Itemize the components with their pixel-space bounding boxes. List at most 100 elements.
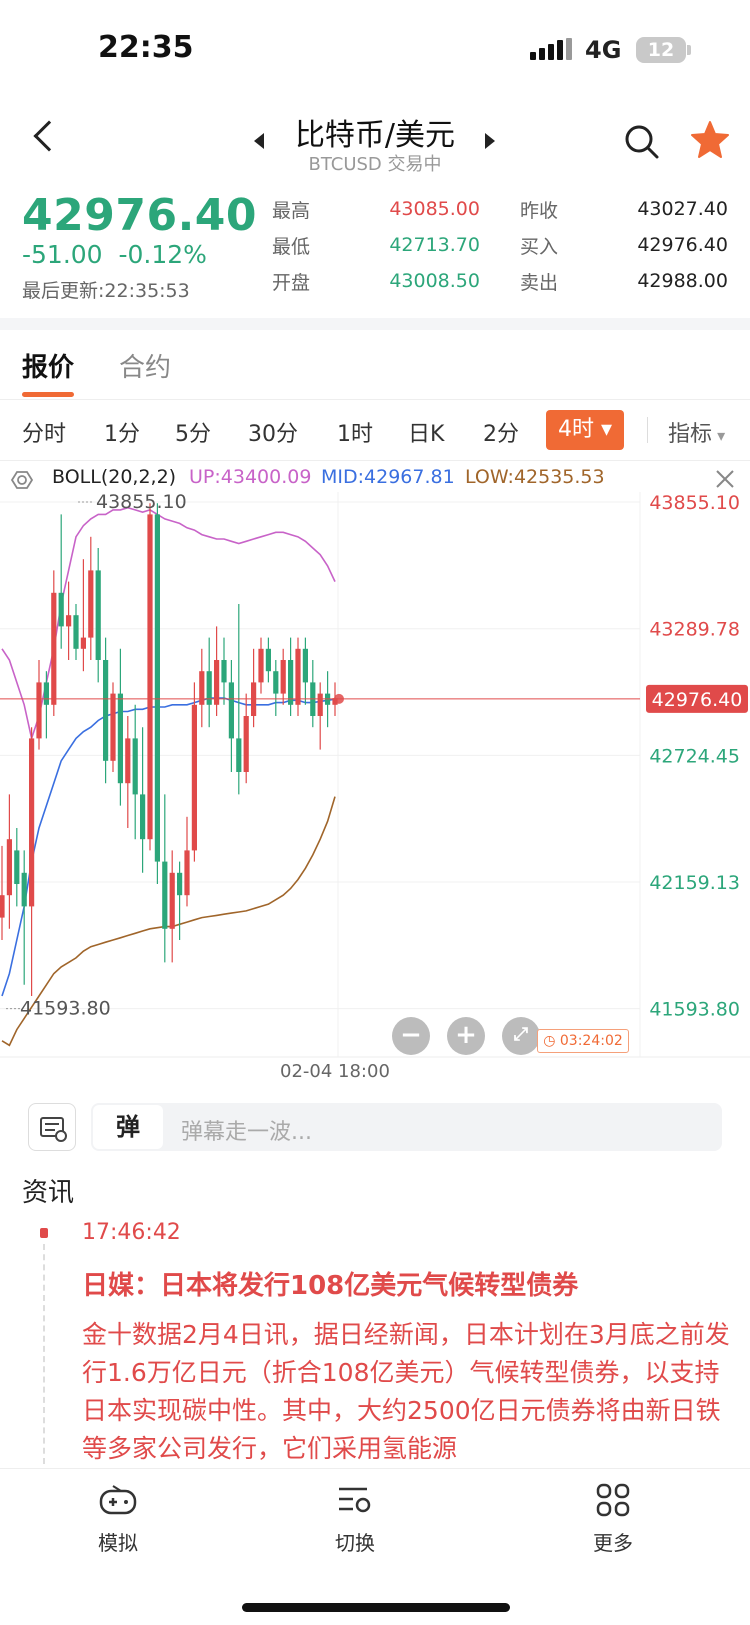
timeline-line: [43, 1244, 45, 1464]
candle-body: [258, 648, 264, 683]
boll-mid: MID:42967.81: [321, 466, 455, 488]
candle-body: [95, 570, 101, 660]
y-tick-label: 43289.78: [649, 619, 740, 641]
tab-contract[interactable]: 合约: [119, 347, 171, 384]
high-label: 最高: [272, 200, 311, 222]
period-1h[interactable]: 1时: [337, 416, 373, 448]
candle-body: [29, 738, 35, 907]
close-icon[interactable]: [714, 468, 736, 490]
news-body[interactable]: 金十数据2月4日讯，据日经新闻，日本计划在3月底之前发行1.6万亿日元（折合10…: [82, 1316, 732, 1466]
open-value: 43008.50: [389, 270, 480, 292]
gamepad-icon[interactable]: [99, 1485, 137, 1517]
danmu-badge: 弹: [93, 1105, 163, 1149]
candle-body: [14, 850, 20, 884]
candle-countdown: ◷ 03:24:02: [537, 1029, 629, 1053]
tabs-divider: [0, 399, 750, 400]
candle-body: [117, 693, 123, 784]
candle-body: [110, 693, 116, 761]
signal-icon: [530, 38, 572, 60]
candle-body: [184, 850, 190, 896]
candle-body: [43, 682, 49, 705]
nav-simulate[interactable]: 模拟: [58, 1527, 178, 1556]
candle-body: [125, 738, 131, 784]
y-tick-label: 42724.45: [649, 745, 740, 767]
change-value: -51.00: [22, 240, 103, 269]
danmu-toggle-button[interactable]: [28, 1103, 76, 1151]
zoom-out-button[interactable]: −: [392, 1017, 430, 1055]
candle-body: [66, 615, 72, 627]
candle-body: [236, 738, 242, 772]
x-axis-label: 02-04 18:00: [280, 1061, 390, 1082]
period-timeshare[interactable]: 分时: [22, 416, 66, 448]
boll-name: BOLL(20,2,2): [52, 466, 177, 488]
switch-icon[interactable]: [337, 1485, 373, 1517]
candle-body: [265, 648, 271, 672]
indicator-label: 指标: [668, 422, 713, 447]
candle-body: [58, 592, 64, 627]
high-value: 43085.00: [389, 198, 480, 220]
home-indicator: [242, 1603, 510, 1612]
prev-close-value: 43027.40: [637, 198, 728, 220]
battery-tip: [687, 45, 691, 55]
current-price: 42976.40: [22, 190, 258, 241]
section-divider: [0, 318, 750, 330]
candle-body: [221, 660, 227, 683]
candle-body: [21, 872, 27, 907]
bid-value: 42976.40: [637, 234, 728, 256]
period-daily[interactable]: 日K: [408, 416, 444, 448]
ask-value: 42988.00: [637, 270, 728, 292]
candle-body: [132, 738, 138, 795]
clock-icon: ◷: [543, 1033, 556, 1049]
candle-body: [0, 895, 5, 918]
tab-indicator: [22, 392, 74, 397]
candle-body: [6, 839, 12, 896]
price-change: -51.00 -0.12%: [22, 240, 207, 269]
nav-more[interactable]: 更多: [553, 1527, 673, 1556]
candle-body: [280, 660, 286, 694]
boll-low: LOW:42535.53: [465, 466, 605, 488]
indicator-dropdown[interactable]: 指标 ▾: [668, 416, 725, 448]
period-1m[interactable]: 1分: [104, 416, 140, 448]
candlestick-chart[interactable]: 43855.10 43289.78 42724.45 42159.13 41593.80…: [0, 492, 750, 1062]
grid-icon[interactable]: [596, 1483, 630, 1517]
current-price-dot: [334, 693, 344, 704]
candle-body: [147, 514, 153, 840]
y-tick-label: 42159.13: [649, 872, 740, 894]
candle-body: [36, 682, 42, 739]
zoom-in-button[interactable]: +: [447, 1017, 485, 1055]
status-time: 22:35: [98, 30, 194, 65]
period-2m[interactable]: 2分: [483, 416, 519, 448]
boll-mid-line: [1, 697, 336, 997]
candle-body: [228, 682, 234, 739]
tab-quote[interactable]: 报价: [22, 347, 74, 384]
news-time: 17:46:42: [82, 1220, 181, 1245]
star-icon[interactable]: [690, 120, 730, 160]
period-divider: [0, 460, 750, 461]
settings-eye-icon[interactable]: [10, 468, 34, 492]
candle-body: [51, 592, 57, 705]
period-4h-label: 4时: [557, 417, 594, 442]
search-icon[interactable]: [624, 124, 660, 160]
candle-body: [199, 671, 205, 705]
fullscreen-icon[interactable]: ⤢: [502, 1017, 540, 1055]
countdown-value: 03:24:02: [559, 1033, 623, 1049]
chevron-down-icon: ▾: [712, 426, 726, 445]
candle-body: [243, 716, 249, 772]
network-label: 4G: [585, 36, 622, 64]
period-30m[interactable]: 30分: [248, 416, 298, 448]
low-label: 最低: [272, 236, 311, 258]
period-5m[interactable]: 5分: [175, 416, 211, 448]
candle-body: [273, 671, 279, 694]
open-label: 开盘: [272, 272, 311, 294]
candle-body: [73, 615, 79, 649]
news-title[interactable]: 日媒：日本将发行108亿美元气候转型债券: [82, 1265, 732, 1302]
period-4h[interactable]: 4时 ▾: [546, 410, 624, 450]
timeline-dot: [40, 1228, 48, 1238]
nav-switch[interactable]: 切换: [295, 1527, 415, 1556]
danmu-placeholder: 弹幕走一波...: [181, 1120, 312, 1145]
candle-body: [140, 794, 146, 840]
current-price-tag-label: 42976.40: [652, 689, 743, 711]
low-value: 42713.70: [389, 234, 480, 256]
min-marker-label: 41593.80: [20, 998, 111, 1020]
candle-body: [191, 704, 197, 851]
